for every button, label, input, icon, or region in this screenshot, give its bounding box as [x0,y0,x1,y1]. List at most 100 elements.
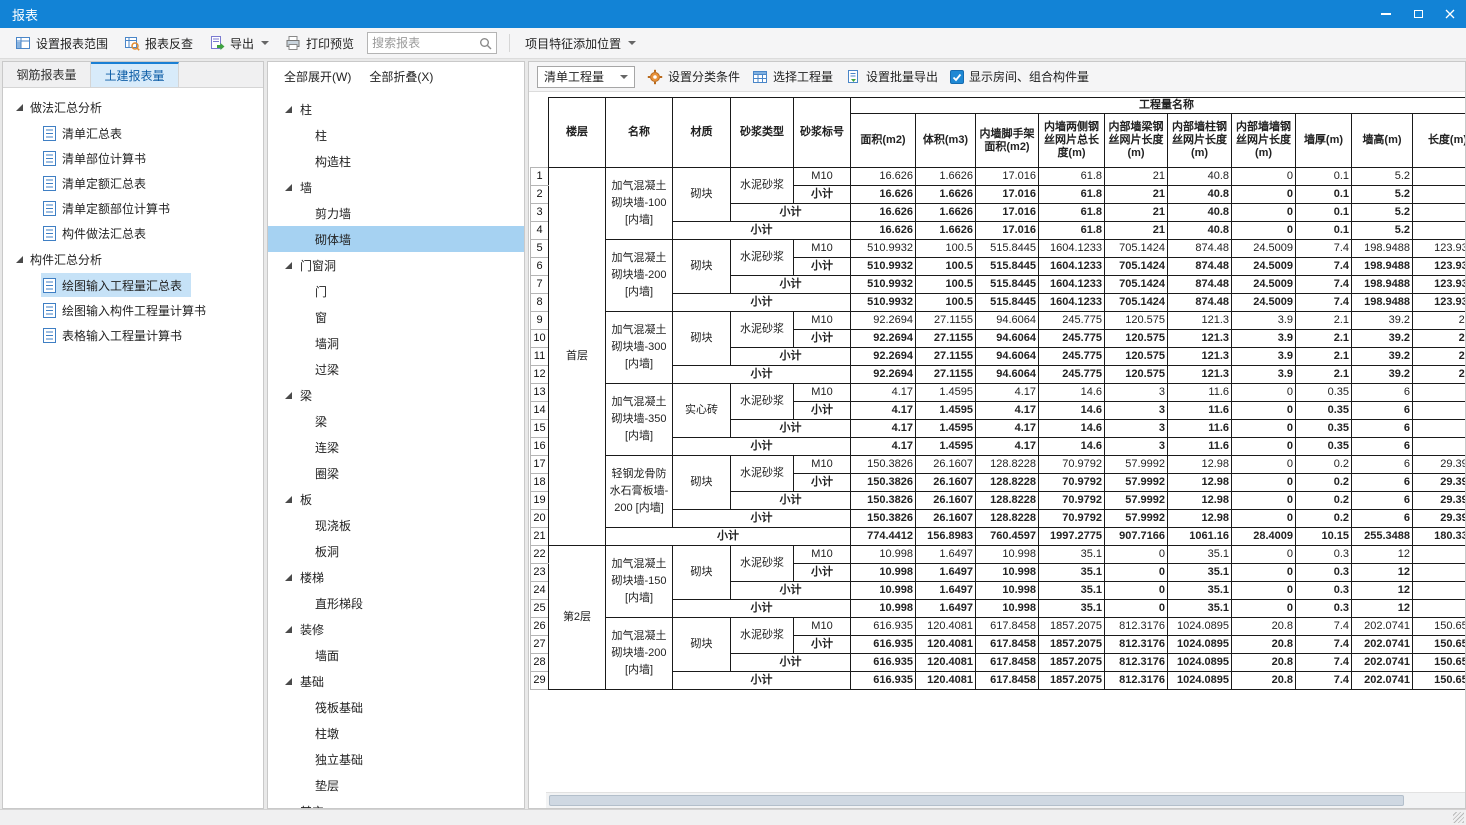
component-section-header[interactable]: 板 [268,486,524,512]
component-tree-item[interactable]: 门 [268,278,524,304]
report-lookup-button[interactable]: 报表反查 [117,31,200,56]
table-cell: 砌块 [672,455,731,510]
row-number: 25 [530,599,549,618]
expander-icon [285,261,292,269]
component-tree-item[interactable]: 直形梯段 [268,590,524,616]
component-tree-item[interactable]: 连梁 [268,434,524,460]
component-tree-item[interactable]: 构造柱 [268,148,524,174]
report-tree-item[interactable]: 构件做法汇总表 [41,221,155,245]
table-cell: 17.016 [975,167,1039,186]
resize-grip[interactable] [1453,812,1464,823]
table-cell: 加气混凝土砌块墙-350 [内墙] [605,383,673,456]
set-report-range-button[interactable]: 设置报表范围 [8,31,115,56]
expand-all-button[interactable]: 全部展开(W) [284,68,351,85]
table-cell: 57.9992 [1104,455,1168,474]
tab-civil-reports[interactable]: 土建报表量 [91,62,179,87]
table-cell: 774.4412 [850,527,916,546]
table-cell: 1061.16 [1167,527,1232,546]
component-tree-item[interactable]: 墙面 [268,642,524,668]
button-label: 设置分类条件 [668,70,741,84]
table-cell: 7.4 [1295,635,1352,654]
component-tree-item[interactable]: 独立基础 [268,746,524,772]
table-cell: 2.4 [1412,563,1465,582]
table-cell: 小计 [730,491,851,510]
component-tree-item[interactable]: 梁 [268,408,524,434]
table-cell: 3 [1104,383,1168,402]
table-cell: 92.2694 [850,365,916,384]
minimize-button[interactable] [1370,0,1402,28]
report-tree-item[interactable]: 清单汇总表 [41,121,131,145]
table-cell: M10 [793,167,851,186]
table-cell: 3.9 [1412,221,1465,240]
component-section-header[interactable]: 装修 [268,616,524,642]
close-button[interactable] [1434,0,1466,28]
report-tree-item[interactable]: 清单定额部位计算书 [41,196,179,220]
table-row: 22 第2层 加气混凝土砌块墙-150 [内墙] 砌块 水泥砂浆 M10 10.998 1.6… [530,545,1465,690]
table-cell: 小计 [793,185,851,204]
feature-position-button[interactable]: 项目特征添加位置 [518,31,643,56]
tab-rebar-reports[interactable]: 钢筋报表量 [3,62,91,87]
report-tree-item[interactable]: 绘图输入构件工程量计算书 [41,298,215,322]
table-cell: 61.8 [1038,185,1105,204]
table-cell: 705.1424 [1104,257,1168,276]
component-section-header[interactable]: 基础 [268,668,524,694]
select-quantity-button[interactable]: 选择工程量 [752,68,833,85]
report-tree-item[interactable]: 清单部位计算书 [41,146,155,170]
component-tree-item[interactable]: 板洞 [268,538,524,564]
show-rooms-toggle[interactable]: 显示房间、组合构件量 [950,68,1089,85]
component-tree-item[interactable]: 柱墩 [268,720,524,746]
table-cell: 12.98 [1167,491,1232,510]
table-cell: 40.8 [1167,185,1232,204]
component-tree-item[interactable]: 柱 [268,122,524,148]
maximize-button[interactable] [1402,0,1434,28]
component-tree-item[interactable]: 窗 [268,304,524,330]
component-tree-item[interactable]: 垫层 [268,772,524,798]
component-tree-item[interactable]: 现浇板 [268,512,524,538]
table-cell: 0.35 [1295,383,1352,402]
row-number: 11 [530,347,549,366]
table-cell: 10.998 [850,563,916,582]
set-category-button[interactable]: 设置分类条件 [647,68,740,85]
table-cell: 100.5 [915,275,976,294]
component-section-header[interactable]: 梁 [268,382,524,408]
collapse-all-button[interactable]: 全部折叠(X) [369,68,433,85]
quantity-type-combo[interactable]: 清单工程量 [537,65,635,88]
table-cell: 1.4595 [915,437,976,456]
tree-section-header[interactable]: 做法汇总分析 [3,94,263,120]
table-cell: 28.4009 [1231,527,1296,546]
table-cell: 120.575 [1104,311,1168,330]
row-number: 21 [530,527,549,546]
tree-item-label: 清单定额汇总表 [62,176,147,191]
component-tree-item[interactable]: 墙洞 [268,330,524,356]
horizontal-scrollbar[interactable] [546,792,1465,808]
batch-export-button[interactable]: 设置批量导出 [845,68,938,85]
expander-icon [16,103,23,111]
report-tree-item[interactable]: 清单定额汇总表 [41,171,155,195]
print-preview-button[interactable]: 打印预览 [278,31,361,56]
tree-section-header[interactable]: 构件汇总分析 [3,246,263,272]
search-icon[interactable] [479,37,492,50]
table-cell: 0.3 [1295,563,1352,582]
component-section-header[interactable]: 门窗洞 [268,252,524,278]
component-section-header[interactable]: 墙 [268,174,524,200]
report-tree-item[interactable]: 绘图输入工程量汇总表 [41,273,192,297]
scrollbar-thumb[interactable] [549,795,1404,806]
component-tree-item[interactable]: 砌体墙 [268,226,524,252]
component-tree-item[interactable]: 圈梁 [268,460,524,486]
table-cell: 21.6 [1412,347,1465,366]
show-rooms-checkbox[interactable] [950,69,965,84]
table-cell: 0 [1231,383,1296,402]
expander-icon [285,625,292,633]
export-button[interactable]: 导出 [202,31,276,56]
component-section-header[interactable]: 柱 [268,96,524,122]
component-tree-item[interactable]: 剪力墙 [268,200,524,226]
table-cell: 14.6 [1038,383,1105,402]
component-section-header[interactable]: 其它 [268,798,524,808]
search-input[interactable] [372,36,480,50]
tree-item-label: 绘图输入工程量汇总表 [62,278,183,293]
component-tree-item[interactable]: 筏板基础 [268,694,524,720]
report-tabs: 钢筋报表量 土建报表量 [3,62,263,88]
report-tree-item[interactable]: 表格输入工程量计算书 [41,323,191,347]
component-section-header[interactable]: 楼梯 [268,564,524,590]
component-tree-item[interactable]: 过梁 [268,356,524,382]
